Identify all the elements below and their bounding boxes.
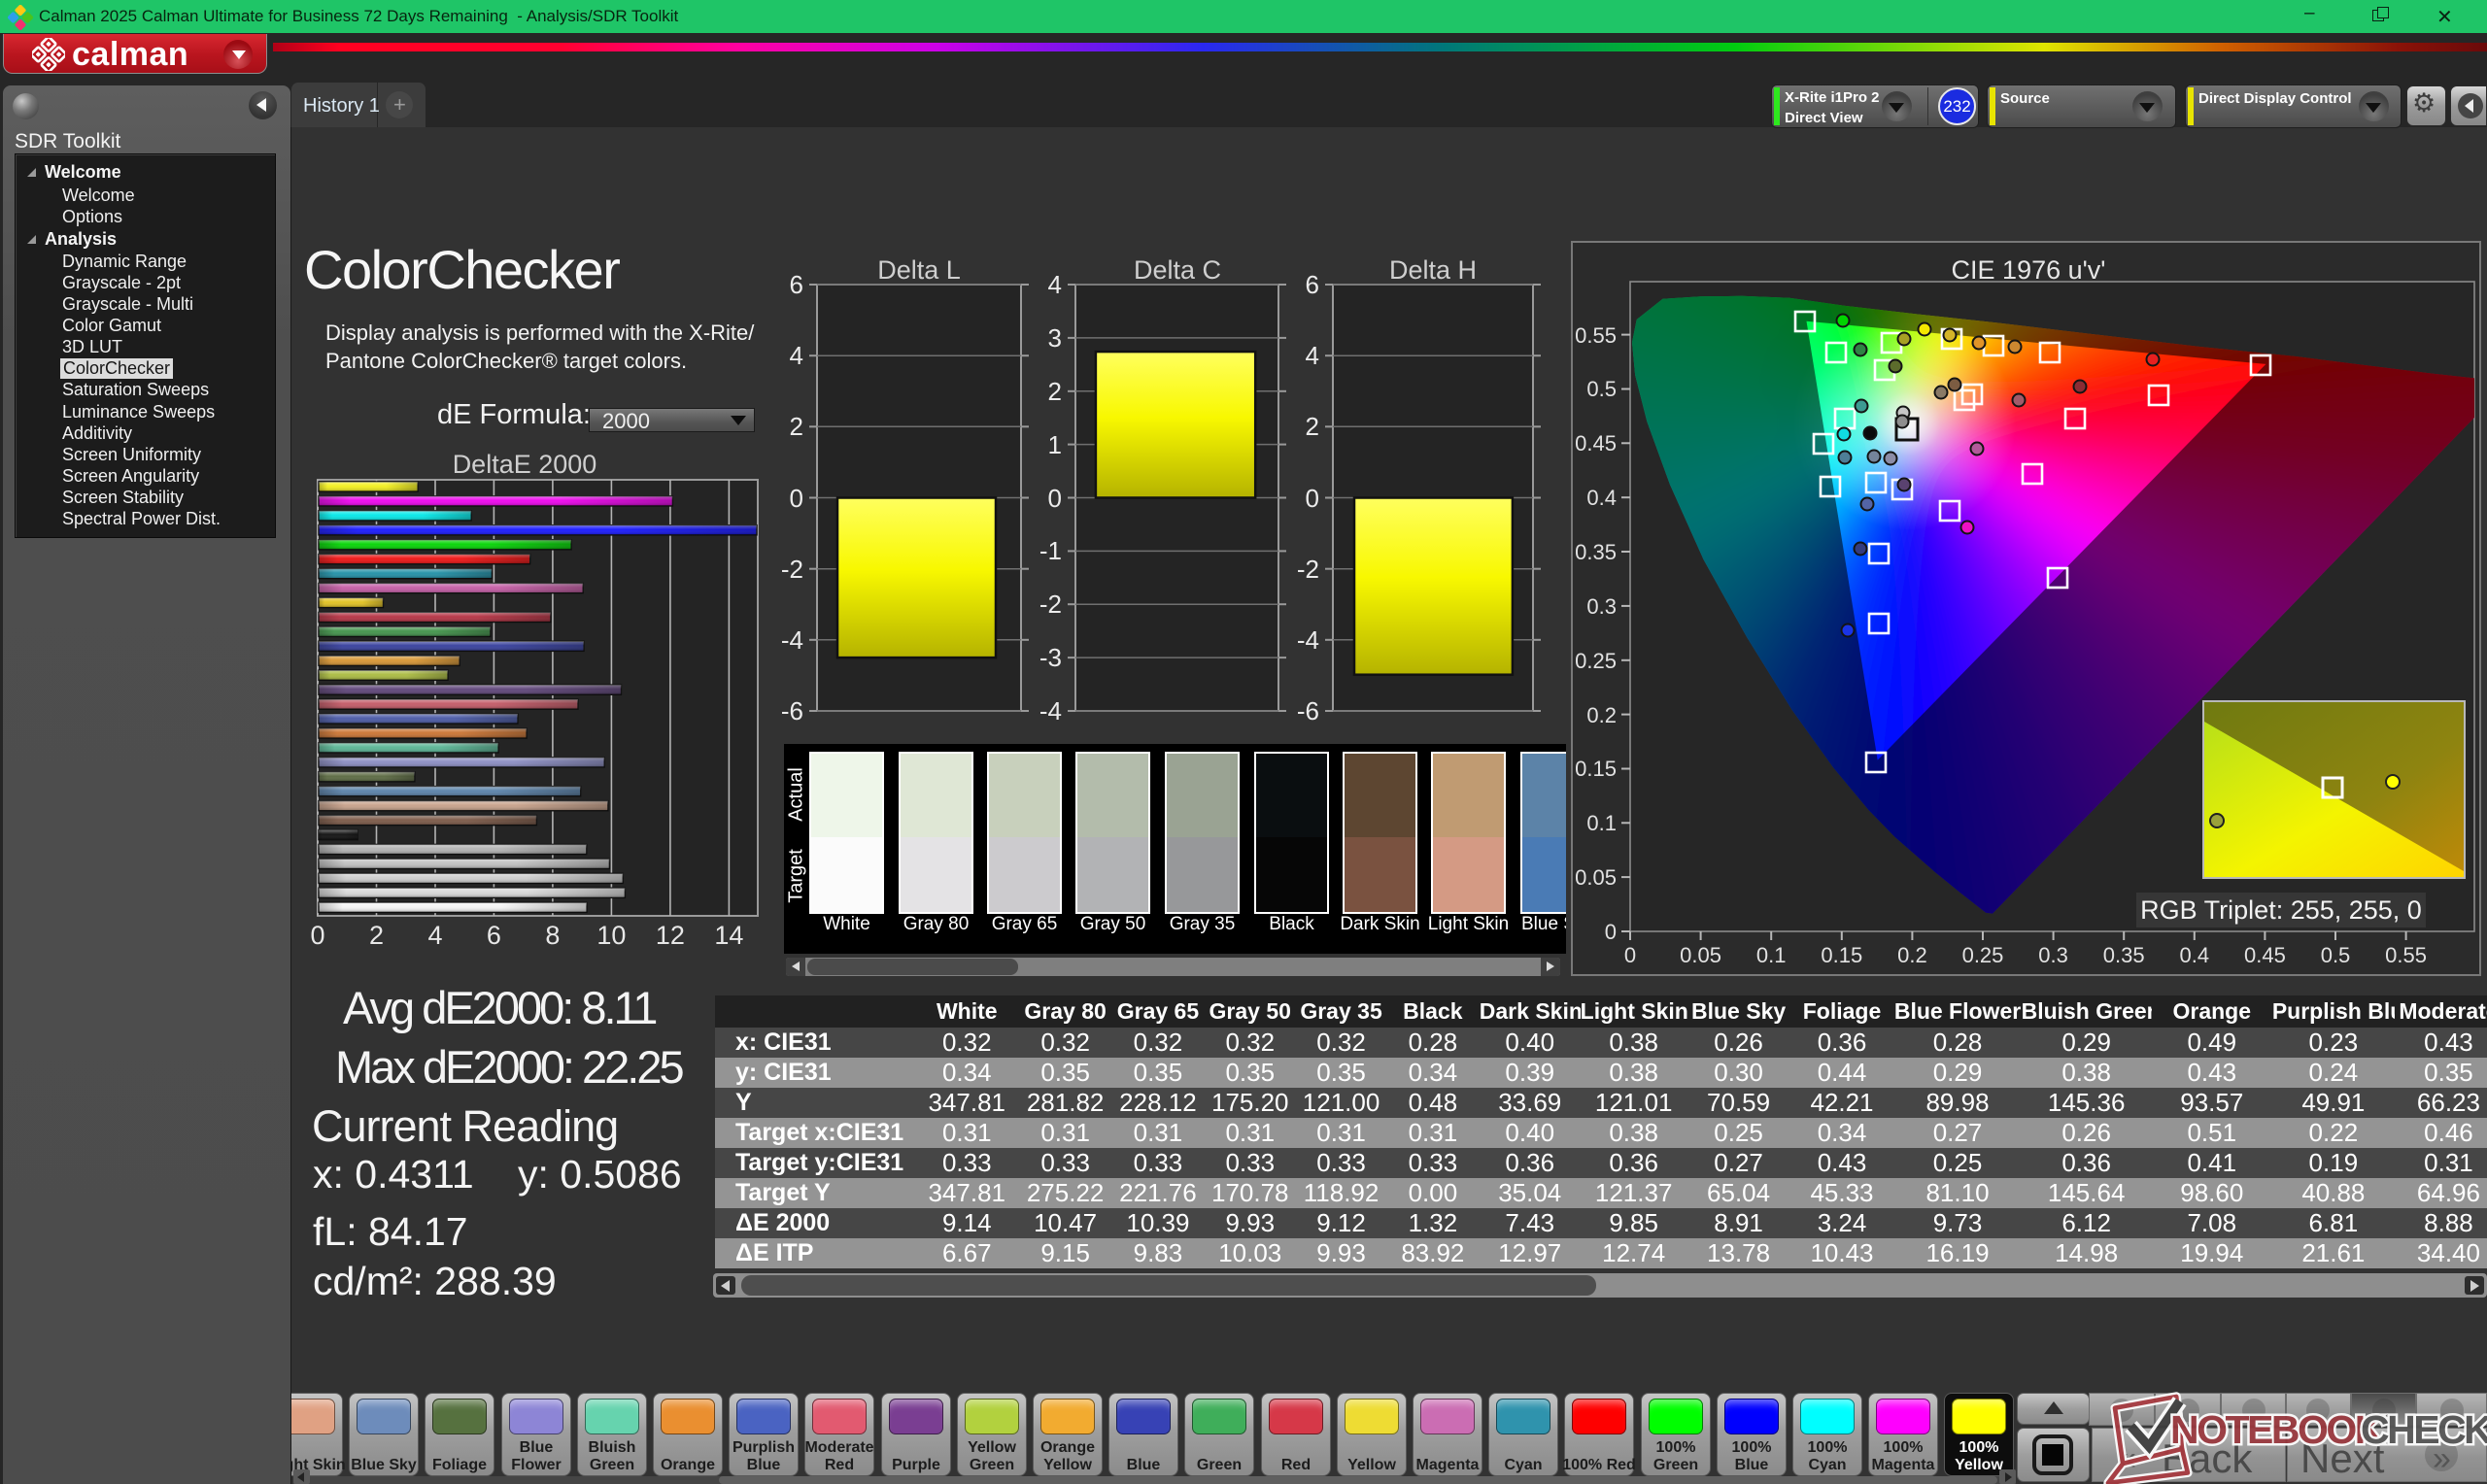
- svg-text:0: 0: [1624, 943, 1636, 967]
- svg-text:NOTEBOOK: NOTEBOOK: [2170, 1407, 2384, 1452]
- svg-text:0.55: 0.55: [2385, 943, 2427, 967]
- svg-text:0.25: 0.25: [1575, 649, 1617, 673]
- svg-text:0.5: 0.5: [2321, 943, 2351, 967]
- svg-text:0.3: 0.3: [1586, 594, 1617, 619]
- svg-text:0.05: 0.05: [1680, 943, 1721, 967]
- svg-text:0.5: 0.5: [1586, 377, 1617, 401]
- svg-text:0.2: 0.2: [1897, 943, 1927, 967]
- svg-text:0.25: 0.25: [1962, 943, 2004, 967]
- svg-text:0.2: 0.2: [1586, 703, 1617, 727]
- svg-text:0.15: 0.15: [1821, 943, 1862, 967]
- svg-text:RGB Triplet: 255, 255, 0: RGB Triplet: 255, 255, 0: [2140, 895, 2422, 925]
- svg-text:CIE 1976 u'v': CIE 1976 u'v': [1952, 255, 2106, 285]
- svg-text:0.4: 0.4: [2180, 943, 2210, 967]
- svg-text:0.35: 0.35: [2103, 943, 2145, 967]
- svg-text:CHECK: CHECK: [2361, 1407, 2487, 1452]
- svg-text:0.35: 0.35: [1575, 540, 1617, 564]
- svg-text:0.45: 0.45: [2244, 943, 2286, 967]
- svg-text:0.05: 0.05: [1575, 865, 1617, 890]
- svg-text:0.1: 0.1: [1756, 943, 1787, 967]
- svg-text:0.3: 0.3: [2038, 943, 2068, 967]
- svg-text:0.45: 0.45: [1575, 431, 1617, 455]
- svg-text:0.15: 0.15: [1575, 757, 1617, 781]
- svg-text:0.1: 0.1: [1586, 811, 1617, 835]
- svg-text:0.4: 0.4: [1586, 486, 1617, 510]
- svg-text:0: 0: [1605, 920, 1617, 944]
- svg-text:0.55: 0.55: [1575, 323, 1617, 348]
